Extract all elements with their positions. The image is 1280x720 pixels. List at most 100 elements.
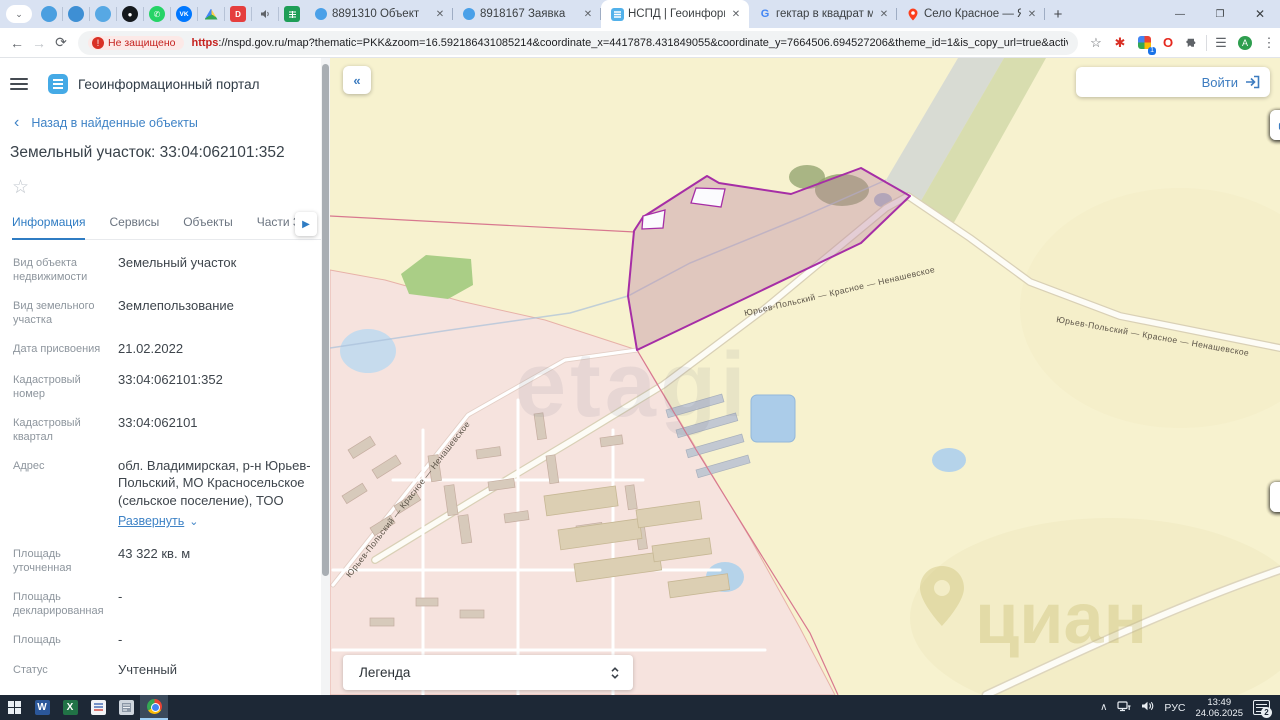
url-bar[interactable]: ! Не защищено https://nspd.gov.ru/map?th…	[78, 30, 1078, 55]
field-row: Кадастровый квартал 33:04:062101	[13, 414, 198, 443]
notification-center-icon[interactable]: 2	[1253, 700, 1272, 718]
browser-tab-strip: ⌄ ● ✆ VK D 8891310 Объект ✕ 8918167 Заяв…	[0, 0, 1280, 28]
window-close-icon[interactable]: ✕	[1240, 1, 1280, 27]
extension-icon[interactable]: 1	[1134, 33, 1156, 55]
field-row: Статус Учтенный	[13, 662, 178, 677]
tab-audio-icon[interactable]	[257, 6, 273, 22]
legend-toggle[interactable]: Легенда	[343, 655, 633, 690]
security-badge[interactable]: ! Не защищено	[88, 35, 184, 50]
pinned-tab-browser-icon[interactable]	[68, 6, 84, 22]
taskbar-excel-icon[interactable]: X	[56, 695, 84, 720]
clock[interactable]: 13:49 24.06.2025	[1195, 697, 1243, 719]
menu-burger-icon[interactable]	[10, 78, 28, 90]
tab-close-icon[interactable]: ✕	[433, 9, 447, 20]
sidebar-scrollbar[interactable]	[321, 58, 330, 695]
expand-collapse-icon	[611, 666, 619, 679]
field-row: Кадастровый номер 33:04:062101:352	[13, 371, 223, 400]
tab-services[interactable]: Сервисы	[109, 215, 159, 240]
scrollbar-thumb[interactable]	[322, 64, 329, 576]
chevron-down-icon: ⌄	[189, 516, 199, 528]
taskbar-chrome-icon[interactable]	[140, 695, 168, 720]
reading-list-icon[interactable]: ☰	[1211, 33, 1231, 53]
collapse-panel-button[interactable]: «	[343, 66, 371, 94]
browser-tab[interactable]: Село Красное — Яндекс Карт ✕	[897, 0, 1045, 28]
map-viewport[interactable]: etagi циан Юрьев-Польский — Красное — Не…	[330, 58, 1280, 695]
not-secure-icon: !	[92, 36, 104, 49]
browser-tab[interactable]: 8918167 Заявка ✕	[453, 0, 601, 28]
field-row: Площадь декларированная -	[13, 588, 123, 617]
pinned-tab-dzen-icon[interactable]: D	[230, 6, 246, 22]
field-row: Площадь -	[13, 631, 123, 647]
tab-objects[interactable]: Объекты	[183, 215, 233, 240]
nspd-portal: Геоинформационный портал ‹ Назад в найде…	[0, 58, 1280, 695]
taskbar-word-icon[interactable]: W	[28, 695, 56, 720]
extension-adguard-icon[interactable]: ✱	[1110, 33, 1130, 53]
tab-close-icon[interactable]: ✕	[581, 9, 595, 20]
chevron-left-icon: ‹	[14, 114, 20, 131]
field-row: Вид земельного участка Землепользование	[13, 298, 234, 326]
tabs-scroll-right-button[interactable]: ▶	[295, 212, 317, 236]
browser-tab-active[interactable]: НСПД | Геоинформационный ✕	[601, 0, 749, 28]
field-row: Вид объекта недвижимости Земельный участ…	[13, 255, 237, 283]
login-button[interactable]: Войти	[1076, 67, 1270, 97]
toolbar-actions: ☆ ✱ 1 O ☰ A ⋮	[1086, 33, 1279, 55]
pinned-tab-dark-icon[interactable]: ●	[122, 6, 138, 22]
watermark-etagi: etagi	[515, 334, 750, 436]
tab-information[interactable]: Информация	[12, 215, 86, 240]
network-icon[interactable]	[1117, 700, 1131, 715]
pinned-tab-drive-icon[interactable]	[203, 6, 219, 22]
back-icon[interactable]: ←	[6, 35, 28, 51]
volume-icon[interactable]	[1141, 700, 1154, 715]
extension-opera-icon[interactable]: O	[1158, 33, 1178, 53]
browser-tab[interactable]: 8891310 Объект ✕	[305, 0, 453, 28]
browser-toolbar: ← → ⟳ ! Не защищено https://nspd.gov.ru/…	[0, 28, 1280, 58]
window-restore-icon[interactable]: ❐	[1200, 1, 1240, 27]
start-button[interactable]	[0, 695, 28, 720]
zoom-out-button[interactable]: −	[1270, 482, 1280, 512]
reload-icon[interactable]: ⟳	[50, 34, 72, 51]
browser-tab[interactable]: G гектар в квадрат метр - Поиск ✕	[749, 0, 897, 28]
bookmark-star-icon[interactable]: ☆	[1086, 33, 1106, 53]
window-minimize-icon[interactable]: —	[1160, 1, 1200, 27]
pinned-tab-browser-icon[interactable]	[41, 6, 57, 22]
extensions-puzzle-icon[interactable]	[1182, 33, 1202, 53]
object-info-panel: Геоинформационный портал ‹ Назад в найде…	[0, 58, 330, 695]
tab-search-button[interactable]: ⌄	[6, 5, 32, 23]
pinned-tab-whatsapp-icon[interactable]: ✆	[149, 6, 165, 22]
back-to-results-link[interactable]: ‹ Назад в найденные объекты	[14, 114, 321, 131]
parcel-hole	[690, 187, 726, 208]
pinned-tabs: ● ✆ VK D	[36, 0, 305, 28]
svg-text:циан: циан	[975, 579, 1147, 659]
windows-taskbar: W X ∧ РУС 13:49 24.06.2025 2	[0, 695, 1280, 720]
pinned-tab-sheets-icon[interactable]	[284, 6, 300, 22]
tray-expand-icon[interactable]: ∧	[1100, 702, 1107, 713]
system-tray: ∧ РУС 13:49 24.06.2025 2	[1100, 697, 1280, 719]
nspd-favicon	[610, 7, 624, 21]
nspd-logo-icon	[48, 74, 68, 94]
google-favicon: G	[760, 8, 770, 20]
field-row: Дата присвоения 21.02.2022	[13, 341, 184, 356]
new-tab-button[interactable]: +	[1045, 1, 1071, 27]
tab-close-icon[interactable]: ✕	[1025, 9, 1039, 20]
profile-avatar-icon[interactable]: A	[1235, 33, 1255, 53]
window-controls: — ❐ ✕	[1160, 1, 1280, 27]
info-tabs: Информация Сервисы Объекты Части ЗУ Сост…	[12, 212, 321, 240]
menu-dots-icon[interactable]: ⋮	[1259, 33, 1279, 53]
expand-address-link[interactable]: Развернуть	[118, 513, 184, 531]
language-indicator[interactable]: РУС	[1164, 702, 1185, 714]
tab-close-icon[interactable]: ✕	[729, 9, 743, 20]
print-button[interactable]	[1270, 110, 1280, 140]
taskbar-app-icon[interactable]	[112, 695, 140, 720]
portal-header: Геоинформационный портал	[10, 74, 321, 94]
favorite-star-icon[interactable]: ☆	[12, 176, 321, 199]
nspd-favicon	[314, 7, 328, 21]
taskbar-app-icon[interactable]	[84, 695, 112, 720]
tab-close-icon[interactable]: ✕	[877, 9, 891, 20]
pinned-tab-browser-icon[interactable]	[95, 6, 111, 22]
pinned-tab-vk-icon[interactable]: VK	[176, 6, 192, 22]
login-icon	[1246, 75, 1260, 89]
yandex-maps-favicon	[906, 7, 920, 21]
forward-icon[interactable]: →	[28, 35, 50, 51]
map-canvas[interactable]: etagi циан Юрьев-Польский — Красное — Не…	[330, 58, 1280, 695]
field-row-address: Адрес обл. Владимирская, р-н Юрьев-Польс…	[13, 457, 311, 532]
